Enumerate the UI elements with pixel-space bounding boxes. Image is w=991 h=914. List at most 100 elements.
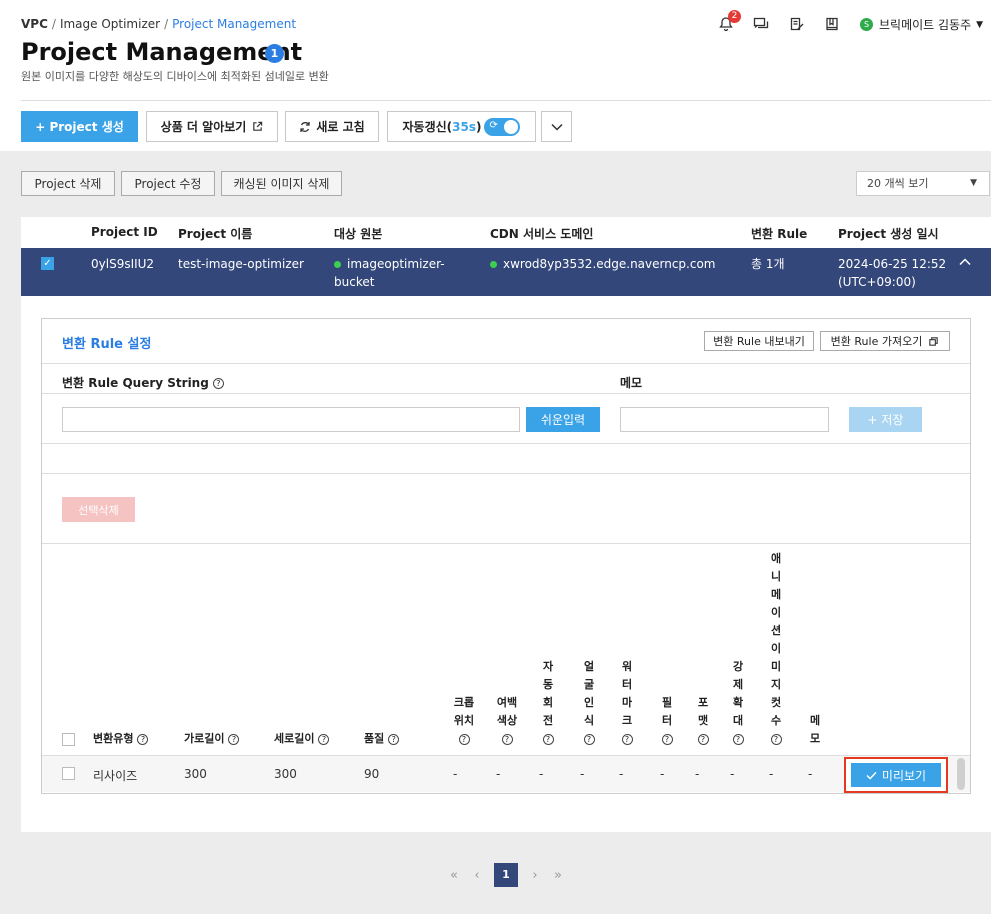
col-face-detect: 얼 굴 인 식? bbox=[583, 660, 595, 745]
delete-project-button[interactable]: Project 삭제 bbox=[21, 171, 115, 196]
rule-height: 300 bbox=[274, 767, 297, 781]
edit-project-button[interactable]: Project 수정 bbox=[121, 171, 215, 196]
help-icon[interactable]: ? bbox=[458, 733, 470, 745]
help-icon[interactable]: ? bbox=[212, 378, 224, 389]
import-rule-button[interactable]: 변환 Rule 가져오기 bbox=[820, 331, 950, 351]
scrollbar[interactable] bbox=[957, 758, 965, 790]
current-page[interactable]: 1 bbox=[494, 863, 518, 887]
rule-count: 총 1개 bbox=[751, 257, 785, 271]
copy-icon bbox=[929, 336, 939, 346]
external-link-icon bbox=[253, 121, 263, 131]
more-options-button[interactable] bbox=[541, 111, 572, 142]
col-watermark: 워 터 마 크? bbox=[621, 660, 633, 745]
help-icon[interactable]: ? bbox=[621, 733, 633, 745]
page-title: Project Management bbox=[21, 38, 303, 66]
book-icon[interactable] bbox=[824, 16, 840, 32]
learn-more-button[interactable]: 상품 더 알아보기 bbox=[146, 111, 278, 142]
row-checkbox[interactable]: ✓ bbox=[41, 257, 54, 270]
help-icon[interactable]: ? bbox=[697, 733, 709, 745]
next-page-icon[interactable]: › bbox=[528, 862, 542, 888]
project-id: 0ylS9sIIU2 bbox=[91, 257, 155, 271]
first-page-icon[interactable]: « bbox=[446, 862, 462, 888]
rule-anim: - bbox=[769, 767, 774, 781]
rule-row-checkbox[interactable] bbox=[62, 767, 75, 780]
last-page-icon[interactable]: » bbox=[550, 862, 566, 888]
divider bbox=[42, 393, 970, 394]
refresh-button[interactable]: 새로 고침 bbox=[285, 111, 379, 142]
help-icon[interactable]: ? bbox=[770, 733, 782, 745]
breadcrumb-image-optimizer[interactable]: Image Optimizer bbox=[60, 17, 160, 31]
status-dot bbox=[490, 261, 497, 268]
divider bbox=[21, 100, 991, 101]
divider bbox=[42, 363, 970, 364]
col-quality: 품질? bbox=[364, 730, 400, 748]
col-rules: 변환 Rule bbox=[751, 227, 808, 241]
select-all-checkbox[interactable] bbox=[62, 733, 75, 746]
rule-margin: - bbox=[496, 767, 501, 781]
help-icon[interactable]: ? bbox=[501, 733, 513, 745]
breadcrumb: VPC / Image Optimizer / Project Management bbox=[21, 17, 297, 31]
auto-refresh-toggle[interactable]: ⟳ bbox=[484, 117, 521, 136]
auto-refresh-label: 자동갱신(35s) bbox=[402, 120, 482, 134]
check-icon bbox=[866, 771, 877, 780]
col-filter: 필 터? bbox=[661, 696, 673, 745]
rule-format: - bbox=[695, 767, 700, 781]
refresh-label: 새로 고침 bbox=[316, 120, 365, 134]
col-project-name: Project 이름 bbox=[178, 227, 253, 241]
memo-input[interactable] bbox=[620, 407, 829, 432]
help-icon[interactable]: ? bbox=[228, 733, 240, 745]
purge-cache-button[interactable]: 캐싱된 이미지 삭제 bbox=[221, 171, 342, 196]
create-project-button[interactable]: + Project 생성 bbox=[21, 111, 138, 142]
refresh-icon bbox=[300, 121, 310, 132]
rule-upscale: - bbox=[730, 767, 735, 781]
divider bbox=[42, 473, 970, 474]
rule-rotate: - bbox=[539, 767, 544, 781]
help-icon[interactable]: ? bbox=[583, 733, 595, 745]
col-height: 세로길이? bbox=[274, 730, 330, 748]
page-subtitle: 원본 이미지를 다양한 해상도의 디바이스에 최적화된 섬네일로 변환 bbox=[21, 70, 329, 83]
help-icon[interactable]: ? bbox=[137, 733, 149, 745]
breadcrumb-current[interactable]: Project Management bbox=[172, 17, 296, 31]
cdn-domain: xwrod8yp3532.edge.naverncp.com bbox=[490, 255, 716, 273]
breadcrumb-vpc[interactable]: VPC bbox=[21, 17, 48, 31]
col-width: 가로길이? bbox=[184, 730, 240, 748]
chevron-down-icon: ▼ bbox=[976, 19, 984, 30]
status-dot bbox=[334, 261, 341, 268]
preview-highlight: 미리보기 bbox=[844, 757, 948, 793]
help-icon[interactable]: ? bbox=[732, 733, 744, 745]
help-icon[interactable]: ? bbox=[542, 733, 554, 745]
save-rule-button[interactable]: + 저장 bbox=[849, 407, 922, 432]
chevron-down-icon bbox=[550, 123, 563, 131]
query-string-input[interactable] bbox=[62, 407, 520, 432]
chevron-up-icon[interactable] bbox=[959, 258, 971, 266]
rule-row[interactable] bbox=[42, 756, 970, 792]
edit-note-icon[interactable] bbox=[789, 16, 805, 32]
auto-refresh-control[interactable]: 자동갱신(35s) ⟳ bbox=[387, 111, 536, 142]
page-size-select[interactable]: 20 개씩 보기 ▼ bbox=[856, 171, 990, 196]
user-menu[interactable]: S 브릭메이트 김동주 ▼ bbox=[860, 16, 983, 33]
user-name: 브릭메이트 김동주 bbox=[879, 18, 972, 32]
notification-count-badge: 2 bbox=[728, 10, 741, 23]
col-transform-type: 변환유형? bbox=[93, 730, 149, 748]
chevron-down-icon: ▼ bbox=[970, 178, 977, 188]
export-rule-button[interactable]: 변환 Rule 내보내기 bbox=[704, 331, 814, 351]
memo-label: 메모 bbox=[620, 376, 643, 390]
rule-face: - bbox=[580, 767, 585, 781]
help-icon[interactable]: ? bbox=[661, 733, 673, 745]
col-force-upscale: 강 제 확 대? bbox=[732, 660, 744, 745]
col-origin: 대상 원본 bbox=[334, 227, 383, 241]
preview-button[interactable]: 미리보기 bbox=[851, 763, 941, 787]
delete-selected-button[interactable]: 선택삭제 bbox=[62, 497, 135, 522]
help-icon[interactable]: ? bbox=[388, 733, 400, 745]
col-cdn-domain: CDN 서비스 도메인 bbox=[490, 227, 594, 241]
import-rule-label: 변환 Rule 가져오기 bbox=[830, 335, 923, 348]
prev-page-icon[interactable]: ‹ bbox=[470, 862, 484, 888]
divider bbox=[42, 543, 970, 544]
divider bbox=[42, 443, 970, 444]
rule-settings-title: 변환 Rule 설정 bbox=[62, 337, 152, 352]
help-icon[interactable]: ? bbox=[318, 733, 330, 745]
col-memo: 메 모 bbox=[809, 714, 821, 745]
easy-input-button[interactable]: 쉬운입력 bbox=[526, 407, 600, 432]
page-size-value: 20 개씩 보기 bbox=[867, 177, 929, 190]
chat-icon[interactable] bbox=[753, 16, 769, 32]
